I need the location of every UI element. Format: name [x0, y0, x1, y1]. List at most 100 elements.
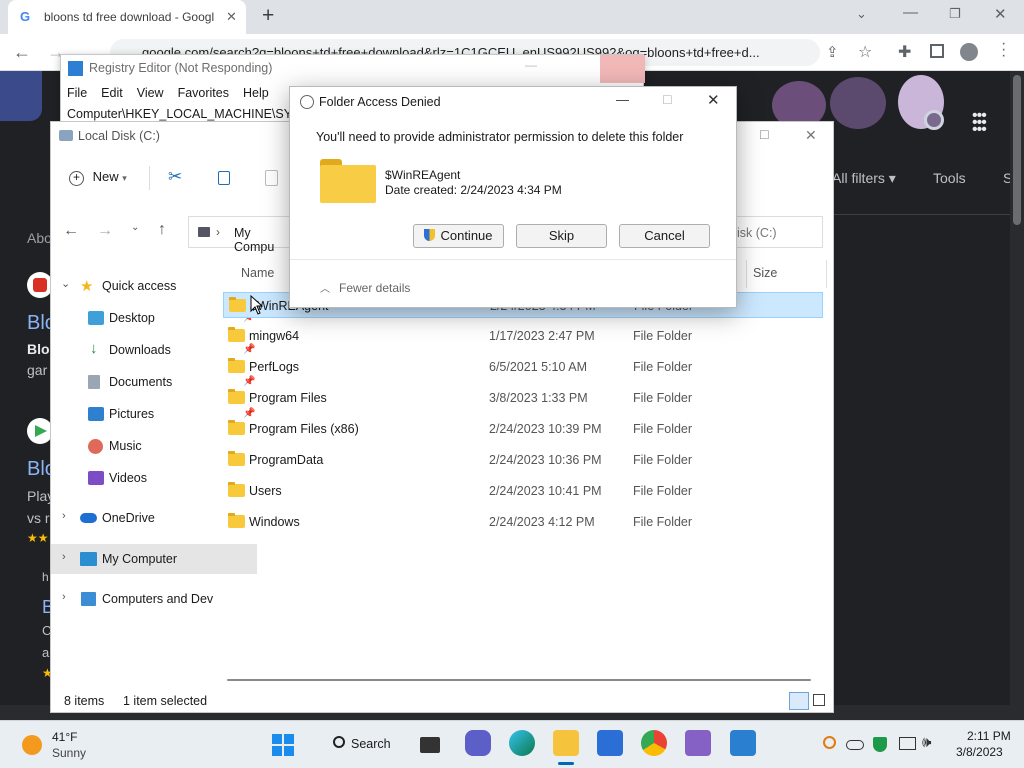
close-window-icon[interactable]: ✕: [994, 5, 1007, 23]
regedit-path[interactable]: Computer\HKEY_LOCAL_MACHINE\SYSTE: [67, 107, 316, 121]
clock-time[interactable]: 2:11 PM: [967, 729, 1011, 743]
cancel-button[interactable]: Cancel: [619, 224, 710, 248]
file-name: ProgramData: [249, 453, 324, 467]
edge-icon[interactable]: [509, 730, 535, 756]
dialog-close-icon[interactable]: ✕: [707, 91, 720, 109]
network-tray-icon[interactable]: [899, 737, 916, 750]
minimize-icon[interactable]: —: [903, 4, 918, 21]
recent-chevron-icon[interactable]: ⌄: [131, 222, 139, 233]
paste-icon[interactable]: [265, 170, 278, 186]
regedit-close-icon[interactable]: [600, 55, 645, 83]
regedit-minimize-icon[interactable]: —: [525, 58, 537, 72]
file-row[interactable]: ProgramData 2/24/2023 10:36 PM File Folder: [223, 447, 823, 473]
column-size-header[interactable]: Size: [753, 266, 777, 280]
filter-divider: [830, 214, 1010, 215]
monitor-icon: [80, 552, 97, 566]
file-date: 6/5/2021 5:10 AM: [489, 360, 587, 374]
profile-avatar[interactable]: [960, 43, 978, 61]
new-tab-button[interactable]: +: [262, 4, 274, 28]
defender-tray-icon[interactable]: [873, 737, 887, 752]
dialog-folder-name: $WinREAgent: [385, 168, 461, 182]
dialog-minimize-icon[interactable]: —: [616, 92, 629, 107]
regedit-taskbar-icon[interactable]: [730, 730, 756, 756]
start-button[interactable]: [272, 734, 294, 756]
menu-file[interactable]: File: [67, 86, 87, 100]
document-icon: [88, 375, 100, 389]
volume-tray-icon[interactable]: 🕪: [922, 734, 931, 751]
side-panel-icon[interactable]: [930, 44, 944, 58]
file-explorer-taskbar-icon[interactable]: [553, 730, 579, 756]
visual-studio-icon[interactable]: [685, 730, 711, 756]
file-date: 2/24/2023 10:39 PM: [489, 422, 602, 436]
file-date: 1/17/2023 2:47 PM: [489, 329, 595, 343]
extensions-icon[interactable]: ✚: [898, 42, 911, 62]
page-scrollbar[interactable]: [1010, 71, 1024, 720]
forward-icon[interactable]: →: [97, 222, 113, 240]
nav-computers-devices[interactable]: › Computers and Dev: [51, 584, 257, 614]
all-filters-button[interactable]: All filters ▾: [832, 170, 896, 187]
tools-button[interactable]: Tools: [933, 170, 966, 186]
onedrive-tray-icon[interactable]: [846, 740, 864, 750]
plus-circle-icon: +: [69, 171, 84, 186]
share-icon[interactable]: ⇪: [826, 43, 839, 61]
file-name: Program Files (x86): [249, 422, 359, 436]
skip-button[interactable]: Skip: [516, 224, 607, 248]
result2-snippet-b: vs r: [27, 510, 50, 526]
store-icon[interactable]: [597, 730, 623, 756]
explorer-close-icon[interactable]: ✕: [805, 127, 817, 144]
file-row[interactable]: Users 2/24/2023 10:41 PM File Folder: [223, 478, 823, 504]
restore-icon[interactable]: ❐: [949, 6, 961, 22]
list-horizontal-scrollbar[interactable]: [227, 679, 811, 681]
clock-date[interactable]: 3/8/2023: [956, 745, 1003, 759]
chrome-tab[interactable]: G bloons td free download - Googl ✕: [8, 0, 246, 34]
search-tray-icon[interactable]: [823, 736, 836, 749]
folder-icon: [228, 482, 245, 497]
settings-gear-icon[interactable]: [924, 110, 944, 130]
nav-my-computer[interactable]: › My Computer: [51, 544, 257, 574]
tab-search-chevron-icon[interactable]: ⌄: [856, 6, 867, 22]
weather-temp: 41°F: [52, 730, 78, 744]
desktop-icon: [88, 311, 104, 325]
task-view-icon[interactable]: [420, 737, 440, 753]
file-row[interactable]: mingw64 1/17/2023 2:47 PM File Folder: [223, 323, 823, 349]
up-arrow-icon[interactable]: ↑: [158, 221, 166, 239]
result3-a: a: [42, 645, 50, 660]
more-menu-icon[interactable]: · · ·: [1001, 36, 1006, 64]
file-row[interactable]: PerfLogs 6/5/2021 5:10 AM File Folder: [223, 354, 823, 380]
menu-favorites[interactable]: Favorites: [178, 86, 229, 100]
weather-widget[interactable]: 41°F Sunny: [20, 730, 100, 760]
fewer-details-toggle[interactable]: ︿ Fewer details: [320, 280, 410, 295]
bookmark-star-icon[interactable]: ☆: [858, 42, 872, 62]
taskbar-search[interactable]: Search: [318, 731, 400, 759]
apps-grid-icon[interactable]: ••• ••• •••: [972, 108, 987, 138]
search-box[interactable]: isk (C:): [737, 216, 823, 248]
copy-icon[interactable]: [218, 171, 230, 185]
file-row[interactable]: Program Files (x86) 2/24/2023 10:39 PM Fil…: [223, 416, 823, 442]
back-icon[interactable]: ←: [63, 222, 79, 240]
folder-icon: [229, 297, 246, 312]
address-box[interactable]: › My Compu: [188, 216, 290, 254]
menu-edit[interactable]: Edit: [101, 86, 123, 100]
menu-view[interactable]: View: [137, 86, 164, 100]
weather-condition: Sunny: [52, 746, 87, 760]
close-tab-icon[interactable]: ✕: [226, 9, 237, 25]
file-row[interactable]: Program Files 3/8/2023 1:33 PM File Folder: [223, 385, 823, 411]
cut-icon[interactable]: ✂: [168, 167, 182, 187]
back-arrow-icon[interactable]: ←: [13, 42, 31, 63]
folder-icon: [228, 513, 245, 528]
explorer-maximize-icon[interactable]: ☐: [759, 128, 770, 142]
header-divider-end: [826, 260, 827, 288]
new-button[interactable]: + New ▾: [69, 169, 127, 186]
folder-access-denied-dialog[interactable]: Folder Access Denied — ☐ ✕ You'll need t…: [289, 86, 737, 308]
chrome-icon[interactable]: [641, 730, 667, 756]
folder-icon: [228, 358, 245, 373]
tiles-view-icon[interactable]: [813, 694, 825, 706]
file-row[interactable]: Windows 2/24/2023 4:12 PM File Folder: [223, 509, 823, 535]
teams-chat-icon[interactable]: [465, 730, 491, 756]
explorer-title: Local Disk (C:): [78, 129, 160, 143]
continue-button[interactable]: Continue: [413, 224, 504, 248]
menu-help[interactable]: Help: [243, 86, 269, 100]
chevron-up-icon: ︿: [320, 284, 330, 295]
dialog-maximize-icon[interactable]: ☐: [662, 93, 673, 107]
details-view-icon[interactable]: [789, 692, 809, 710]
